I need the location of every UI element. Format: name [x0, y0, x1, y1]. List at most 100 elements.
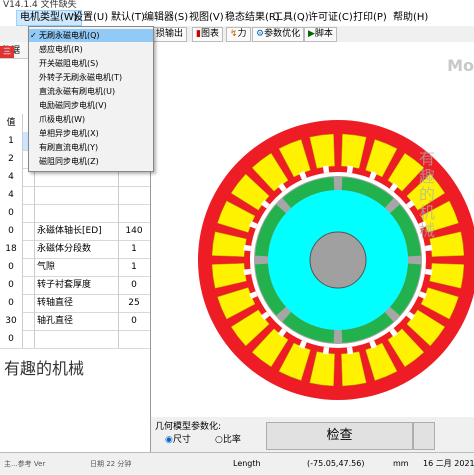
canvas-vertical-watermark: 有趣的机械 — [419, 149, 436, 240]
tab-charts[interactable]: ▮图表 — [192, 27, 223, 42]
param-value[interactable]: 140 — [118, 222, 149, 240]
slot-opening — [322, 165, 330, 174]
dropdown-item-label: 直流永磁有刷电机(U) — [39, 87, 116, 96]
slot-opening — [322, 346, 330, 355]
param-value[interactable]: 0 — [118, 276, 149, 294]
dropdown-item-label: 无刷永磁电机(Q) — [39, 31, 100, 40]
table-row: 4 — [0, 186, 150, 205]
dropdown-item[interactable]: 电励磁同步电机(V) — [29, 99, 153, 112]
tab-three[interactable]: 三 — [0, 46, 14, 58]
tab-loss-output[interactable]: 损输出 — [152, 27, 188, 42]
param-name — [34, 186, 121, 204]
dropdown-item-label: 外转子无刷永磁电机(T) — [39, 73, 123, 82]
param-name: 永磁体轴长[ED] — [34, 222, 121, 240]
slot-opening — [346, 346, 354, 355]
bottom-controls: 几何模型参数化: ◉尺寸 ○比率 检查 — [151, 417, 474, 452]
table-row: 30 轴孔直径 0 — [0, 312, 150, 331]
dropdown-item[interactable]: 爪极电机(W) — [29, 113, 153, 126]
dropdown-item[interactable]: 感应电机(R) — [29, 43, 153, 56]
tab-param-optimize[interactable]: ⚙参数优化 — [252, 27, 305, 42]
table-row: 0 — [0, 204, 150, 223]
param-value[interactable] — [118, 204, 149, 222]
table-row: 0 转轴直径 25 — [0, 294, 150, 313]
tab-force[interactable]: ↯力 — [226, 27, 251, 42]
row-number: 1 — [0, 132, 23, 150]
param-name: 永磁体分段数 — [34, 240, 121, 258]
radio-ratio[interactable]: ○比率 — [215, 432, 241, 445]
status-bar: 主...参考 Ver 日期 22 分钟 Length (-75.05,47.56… — [0, 452, 474, 475]
slot-opening — [424, 268, 433, 276]
dropdown-item[interactable]: 直流永磁有刷电机(U) — [29, 85, 153, 98]
status-date: 16 二月 2021 — [423, 459, 474, 468]
param-name — [34, 330, 121, 348]
table-row: 0 永磁体轴长[ED] 140 — [0, 222, 150, 241]
dropdown-item[interactable]: 磁阻同步电机(Z) — [29, 155, 153, 168]
watermark-text: 有趣的机械 — [4, 359, 85, 378]
tab-script[interactable]: ▶脚本 — [304, 27, 337, 42]
dropdown-item-label: 单相异步电机(X) — [39, 129, 99, 138]
row-number: 0 — [0, 222, 23, 240]
geometry-param-label: 几何模型参数化: — [155, 422, 222, 432]
table-row: 0 — [0, 330, 150, 349]
param-name: 轴孔直径 — [34, 312, 121, 330]
script-icon: ▶ — [308, 29, 315, 39]
table-row: 0 转子衬套厚度 0 — [0, 276, 150, 295]
dropdown-item-label: 电励磁同步电机(V) — [39, 101, 107, 110]
motor-cross-section-canvas[interactable]: Mo 有趣的机械 — [151, 42, 474, 417]
param-name: 转轴直径 — [34, 294, 121, 312]
check-icon: ✓ — [30, 31, 37, 40]
dropdown-item-label: 爪极电机(W) — [39, 115, 86, 124]
row-number: 0 — [0, 330, 23, 348]
slot-opening — [346, 165, 354, 174]
dropdown-item[interactable]: ✓ 无刷永磁电机(Q) — [29, 29, 153, 42]
dropdown-item[interactable]: 单相异步电机(X) — [29, 127, 153, 140]
dropdown-item[interactable]: 开关磁阻电机(S) — [29, 57, 153, 70]
param-name — [34, 204, 121, 222]
table-row: 0 气隙 1 — [0, 258, 150, 277]
status-mid-text: 日期 22 分钟 — [90, 460, 132, 468]
check-button[interactable]: 检查 — [266, 422, 413, 450]
param-value[interactable]: 25 — [118, 294, 149, 312]
row-number: 30 — [0, 312, 23, 330]
dropdown-item-label: 开关磁阻电机(S) — [39, 59, 99, 68]
optimize-icon: ⚙ — [256, 29, 265, 39]
motor-type-dropdown: ✓ 无刷永磁电机(Q) 感应电机(R) 开关磁阻电机(S) 外转子无刷永磁电机(T) 直流… — [28, 26, 154, 172]
menu-license[interactable]: 许可证(C) — [305, 11, 356, 25]
param-value[interactable]: 0 — [118, 312, 149, 330]
menu-settings[interactable]: 设置(U) — [70, 11, 111, 25]
param-name: 转子衬套厚度 — [34, 276, 121, 294]
row-number: 2 — [0, 150, 23, 168]
row-number: 4 — [0, 186, 23, 204]
row-number: 0 — [0, 294, 23, 312]
table-row: 18 永磁体分段数 1 — [0, 240, 150, 259]
slot-opening — [243, 244, 252, 252]
row-number: 值 — [0, 114, 23, 132]
menu-bar: 电机类型(W) 设置(U) 默认(T) 编辑器(S) 视图(V) 稳态结果(R)… — [0, 10, 474, 27]
param-name: 气隙 — [34, 258, 121, 276]
row-number: 4 — [0, 168, 23, 186]
menu-print[interactable]: 打印(P) — [350, 11, 390, 25]
shaft — [309, 231, 367, 289]
dropdown-item[interactable]: 有刷直流电机(Y) — [29, 141, 153, 154]
side-button[interactable] — [413, 422, 435, 450]
status-left-text: 主...参考 Ver — [4, 460, 46, 468]
param-value[interactable]: 1 — [118, 240, 149, 258]
radio-selected-icon: ◉ — [165, 435, 173, 445]
param-value[interactable]: 1 — [118, 258, 149, 276]
param-value[interactable] — [118, 186, 149, 204]
menu-view[interactable]: 视图(V) — [186, 11, 227, 25]
radio-size[interactable]: ◉尺寸 — [165, 432, 191, 445]
window-title: V14.1.4 文件缺失 — [0, 0, 474, 10]
status-coords: (-75.05,47.56) — [307, 459, 365, 468]
param-value[interactable] — [118, 330, 149, 348]
slot-opening — [243, 268, 252, 276]
menu-help[interactable]: 帮助(H) — [390, 11, 431, 25]
force-icon: ↯ — [230, 29, 238, 39]
slot-opening — [424, 244, 433, 252]
dropdown-item[interactable]: 外转子无刷永磁电机(T) — [29, 71, 153, 84]
status-unit: mm — [393, 459, 409, 468]
dropdown-item-label: 感应电机(R) — [39, 45, 83, 54]
menu-editor[interactable]: 编辑器(S) — [141, 11, 191, 25]
row-number: 0 — [0, 276, 23, 294]
canvas-corner-logo: Mo — [447, 56, 474, 75]
